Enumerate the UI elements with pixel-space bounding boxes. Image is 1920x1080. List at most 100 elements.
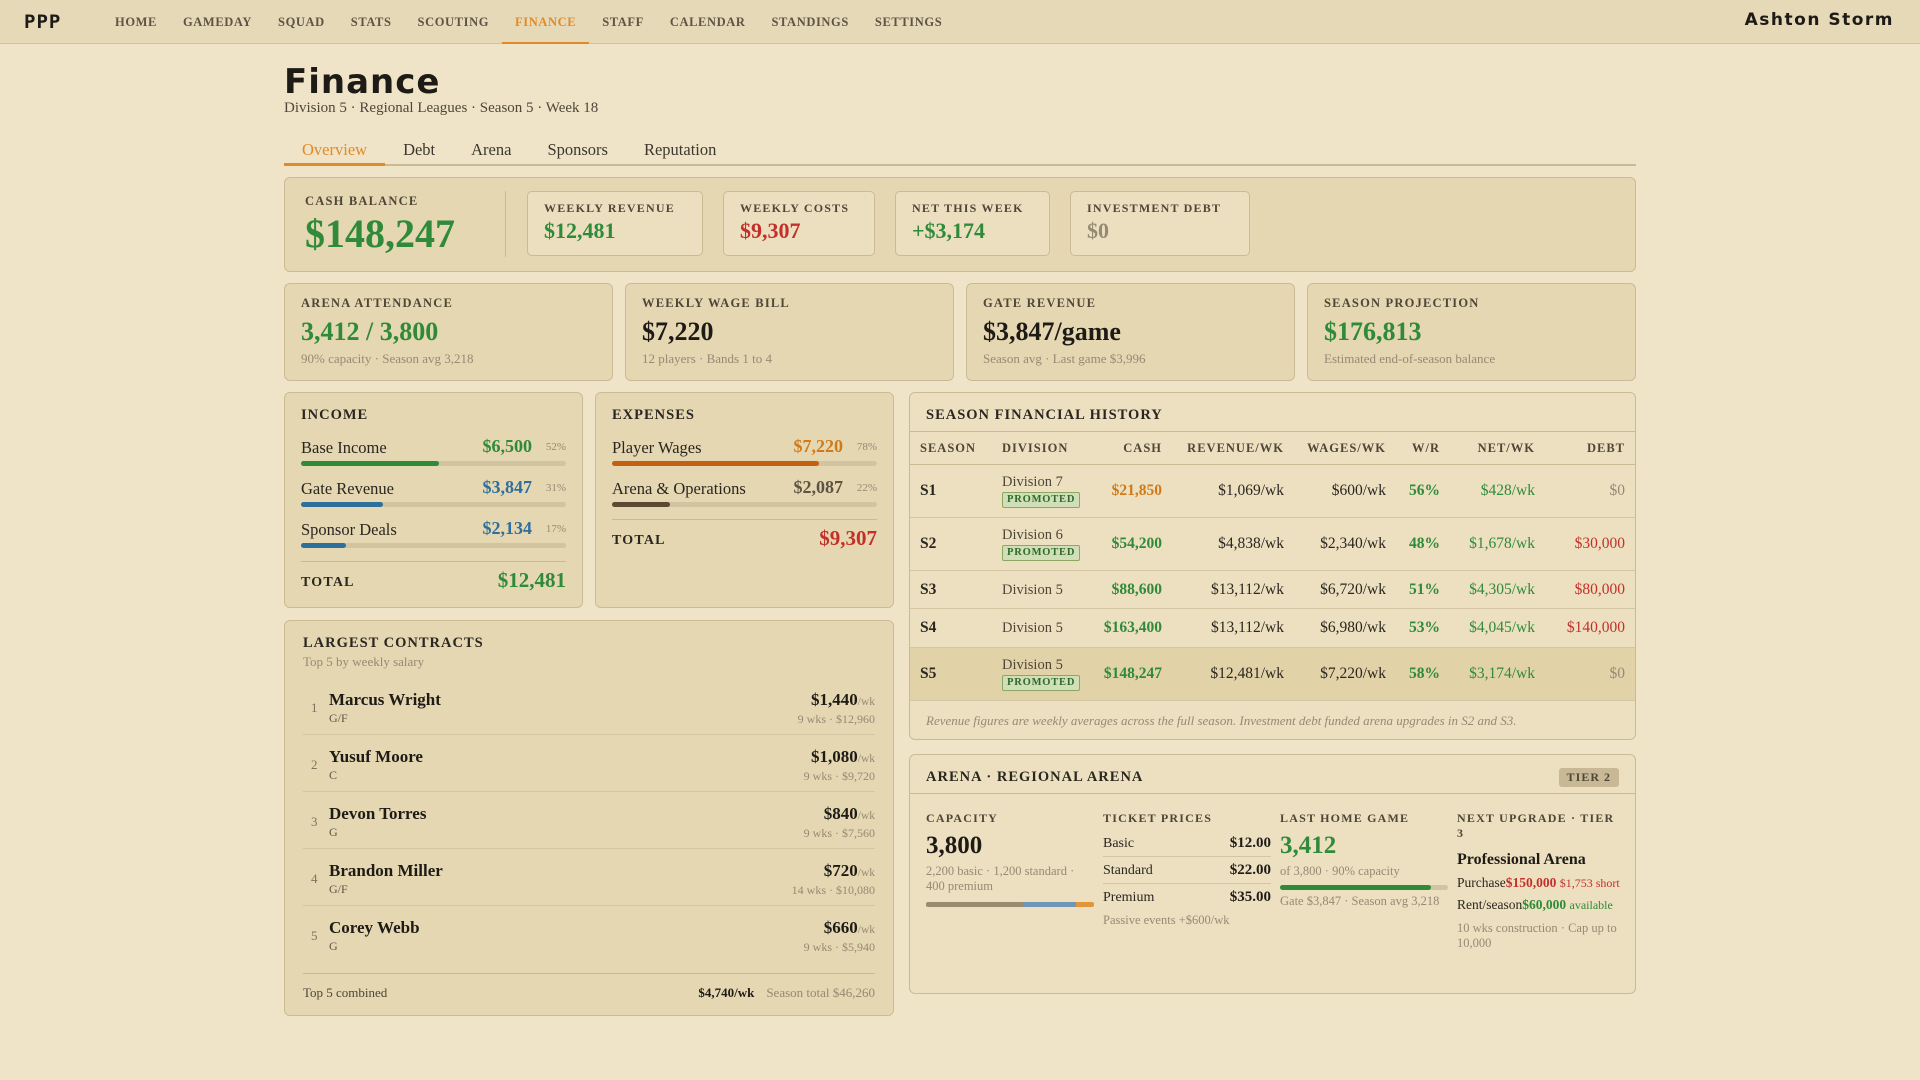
row-division: Division 5 (992, 608, 1092, 648)
tab-sponsors[interactable]: Sponsors (529, 134, 626, 164)
income-row: Base Income $6,500 52% (301, 430, 566, 471)
expense-bar-fill (612, 461, 819, 466)
net-week-label: Net This Week (912, 201, 1024, 215)
row-debt: $0 (1545, 464, 1635, 518)
stat-season-projection: Season Projection $176,813 Estimated end… (1307, 283, 1636, 381)
row-wr: 53% (1396, 608, 1450, 648)
row-wages: $2,340/wk (1294, 517, 1396, 571)
col-revenue[interactable]: Revenue/wk (1172, 431, 1294, 465)
contract-row[interactable]: 1 Marcus Wright G/F $1,440/wk 9 wks · $1… (303, 678, 875, 735)
weekly-revenue-value: $12,481 (544, 218, 616, 243)
history-row: S4 Division 5 $163,400 $13,112/wk $6,980… (910, 608, 1635, 648)
stat-label: Arena Attendance (301, 296, 453, 310)
row-division: Division 5 (992, 570, 1092, 609)
ticket-row[interactable]: Premium $35.00 (1103, 884, 1271, 911)
stat-value: $176,813 (1324, 317, 1422, 346)
row-cash: $21,850 (1092, 464, 1172, 518)
expense-name: Player Wages (612, 438, 702, 457)
contract-rank: 2 (311, 757, 318, 772)
contract-row[interactable]: 4 Brandon Miller G/F $720/wk 14 wks · $1… (303, 849, 875, 906)
expense-amount: $2,087 (793, 477, 844, 497)
tab-overview[interactable]: Overview (284, 134, 386, 166)
player-name[interactable]: Yusuf Moore (329, 747, 423, 767)
col-division[interactable]: Division (992, 431, 1092, 465)
last-game-label: Last Home Game (1280, 811, 1410, 825)
contracts-footer-values: $4,740/wk Season total $46,260 (698, 985, 875, 1000)
contract-rank: 3 (311, 814, 318, 829)
player-name[interactable]: Marcus Wright (329, 690, 441, 710)
row-net: $1,678/wk (1450, 517, 1545, 571)
income-pct: 17% (545, 523, 566, 535)
rent-option[interactable]: Rent/season$60,000 available (1457, 897, 1622, 913)
player-salary: $660/wk (823, 918, 875, 937)
contract-detail: 9 wks · $7,560 (803, 826, 875, 840)
col-wr[interactable]: W/R (1396, 431, 1450, 465)
contract-detail: 14 wks · $10,080 (791, 883, 875, 897)
ticket-row[interactable]: Basic $12.00 (1103, 830, 1271, 857)
user-name[interactable]: Ashton Storm (1745, 10, 1894, 30)
nav-standings[interactable]: STANDINGS (759, 0, 862, 44)
attendance-bar-fill (1280, 885, 1432, 890)
income-row: Gate Revenue $3,847 31% (301, 471, 566, 512)
player-name[interactable]: Brandon Miller (329, 861, 443, 881)
col-season[interactable]: Season (910, 431, 992, 465)
player-name[interactable]: Corey Webb (329, 918, 420, 938)
nav-gameday[interactable]: GAMEDAY (170, 0, 265, 44)
capacity-bar (926, 902, 1094, 907)
contract-detail: 9 wks · $12,960 (797, 712, 875, 726)
finance-tabs: Overview Debt Arena Sponsors Reputation (284, 134, 1636, 166)
capacity-breakdown: 2,200 basic · 1,200 standard · 400 premi… (926, 864, 1075, 893)
tab-arena[interactable]: Arena (453, 134, 529, 164)
nav-scouting[interactable]: SCOUTING (405, 0, 502, 44)
contract-row[interactable]: 5 Corey Webb G $660/wk 9 wks · $5,940 (303, 906, 875, 963)
player-name[interactable]: Devon Torres (329, 804, 426, 824)
ticket-row[interactable]: Standard $22.00 (1103, 857, 1271, 884)
income-bar-fill (301, 543, 347, 548)
nav-stats[interactable]: STATS (338, 0, 405, 44)
nav-finance[interactable]: FINANCE (502, 0, 590, 44)
nav-settings[interactable]: SETTINGS (862, 0, 955, 44)
contract-row[interactable]: 3 Devon Torres G $840/wk 9 wks · $7,560 (303, 792, 875, 849)
row-debt: $30,000 (1545, 517, 1635, 571)
income-pct: 52% (545, 441, 566, 453)
app-logo[interactable]: PPP (24, 11, 61, 33)
stat-value: 3,412 / 3,800 (301, 317, 439, 346)
capacity-bar-standard (1023, 902, 1077, 907)
col-net[interactable]: Net/wk (1450, 431, 1545, 465)
expenses-total-value: $9,307 (819, 526, 877, 550)
income-bar (301, 543, 566, 548)
last-game-gate: Gate $3,847 · Season avg 3,218 (1280, 894, 1440, 908)
contract-row[interactable]: 2 Yusuf Moore C $1,080/wk 9 wks · $9,720 (303, 735, 875, 792)
stat-value: $7,220 (642, 317, 714, 346)
contract-detail: 9 wks · $9,720 (803, 769, 875, 783)
nav-calendar[interactable]: CALENDAR (657, 0, 759, 44)
net-week-value: +$3,174 (912, 218, 986, 243)
divider (910, 793, 1635, 794)
cash-balance-value: $148,247 (305, 211, 455, 256)
top-nav: PPP HOME GAMEDAY SQUAD STATS SCOUTING FI… (0, 0, 1920, 44)
tab-debt[interactable]: Debt (385, 134, 453, 164)
next-upgrade: Next Upgrade · Tier 3 Professional Arena… (1457, 811, 1622, 951)
player-position: G/F (329, 711, 348, 725)
expense-pct: 22% (856, 482, 877, 494)
expense-pct: 78% (856, 441, 877, 453)
investment-debt-box: Investment Debt $0 (1070, 191, 1250, 256)
income-bar-fill (301, 502, 384, 507)
col-wages[interactable]: Wages/wk (1294, 431, 1396, 465)
income-amount: $6,500 (482, 436, 533, 456)
col-debt[interactable]: Debt (1545, 431, 1635, 465)
row-wages: $7,220/wk (1294, 647, 1396, 701)
income-total: Total $12,481 (301, 561, 566, 601)
row-debt: $140,000 (1545, 608, 1635, 648)
nav-squad[interactable]: SQUAD (265, 0, 338, 44)
net-week-box: Net This Week +$3,174 (895, 191, 1050, 256)
nav-home[interactable]: HOME (102, 0, 170, 44)
stat-weekly-wage-bill: Weekly Wage Bill $7,220 12 players · Ban… (625, 283, 954, 381)
nav-staff[interactable]: STAFF (589, 0, 657, 44)
row-revenue: $13,112/wk (1172, 608, 1294, 648)
row-debt: $80,000 (1545, 570, 1635, 609)
purchase-option[interactable]: Purchase$150,000 $1,753 short (1457, 875, 1622, 891)
row-wages: $6,980/wk (1294, 608, 1396, 648)
tab-reputation[interactable]: Reputation (626, 134, 734, 164)
col-cash[interactable]: Cash (1092, 431, 1172, 465)
